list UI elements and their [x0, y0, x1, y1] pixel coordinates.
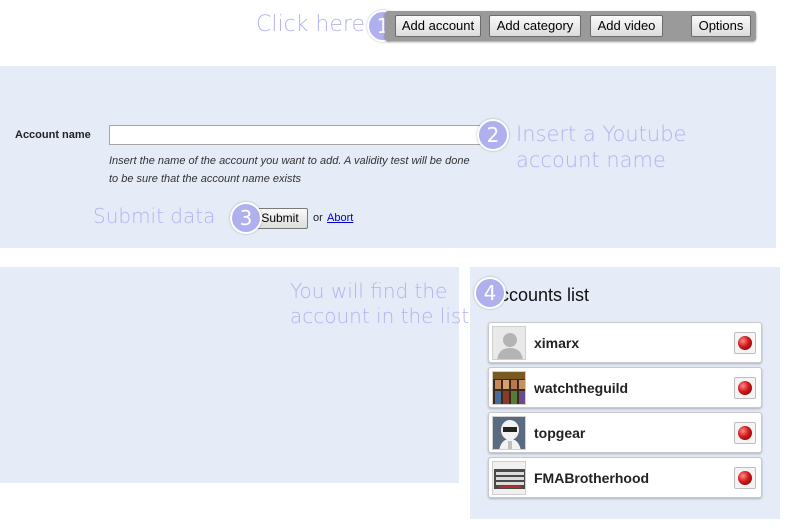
abort-link[interactable]: Abort	[327, 212, 353, 224]
add-account-button[interactable]: Add account	[395, 15, 481, 37]
step4-badge: 4	[474, 277, 506, 309]
toolbar: Add account Add category Add video Optio…	[385, 11, 756, 41]
delete-icon	[738, 471, 752, 485]
delete-account-button[interactable]	[734, 332, 756, 354]
delete-account-button[interactable]	[734, 467, 756, 489]
account-item-watchtheguild[interactable]: watchtheguild	[488, 367, 762, 408]
account-name-help: Insert the name of the account you want …	[109, 152, 519, 188]
step3-badge: 3	[230, 202, 262, 234]
account-name: watchtheguild	[534, 380, 629, 396]
step4-annotation: You will find the account in the list	[290, 279, 469, 329]
delete-account-button[interactable]	[734, 422, 756, 444]
stig-avatar-icon	[492, 416, 526, 450]
delete-icon	[738, 336, 752, 350]
account-name: topgear	[534, 425, 586, 441]
account-name-label: Account name	[15, 129, 91, 141]
step4-line2: account in the list	[290, 304, 470, 328]
guild-avatar-icon	[492, 371, 526, 405]
options-button[interactable]: Options	[691, 15, 751, 37]
step2-annotation: Insert a Youtube account name	[516, 121, 686, 173]
step1-annotation: Click here	[256, 12, 365, 37]
account-item-ximarx[interactable]: ximarx	[488, 322, 762, 363]
page: Click here 1 Add account Add category Ad…	[0, 0, 791, 528]
account-item-fmabrotherhood[interactable]: FMABrotherhood	[488, 457, 762, 498]
step3-annotation: Submit data	[93, 204, 216, 228]
account-name-input[interactable]	[109, 125, 486, 145]
delete-account-button[interactable]	[734, 377, 756, 399]
fma-avatar-icon	[492, 461, 526, 495]
default-avatar-icon	[492, 326, 526, 360]
help-line1: Insert the name of the account you want …	[109, 155, 470, 167]
step2-badge: 2	[477, 119, 509, 151]
step2-line2: account name	[516, 148, 666, 172]
add-video-button[interactable]: Add video	[590, 15, 663, 37]
account-name: ximarx	[534, 335, 580, 351]
or-text: or	[313, 212, 323, 224]
help-line2: to be sure that the account name exists	[109, 173, 302, 185]
account-name: FMABrotherhood	[534, 470, 650, 486]
step2-line1: Insert a Youtube	[516, 122, 687, 146]
account-item-topgear[interactable]: topgear	[488, 412, 762, 453]
add-category-button[interactable]: Add category	[489, 15, 581, 37]
step4-line1: You will find the	[290, 279, 448, 303]
delete-icon	[738, 426, 752, 440]
delete-icon	[738, 381, 752, 395]
